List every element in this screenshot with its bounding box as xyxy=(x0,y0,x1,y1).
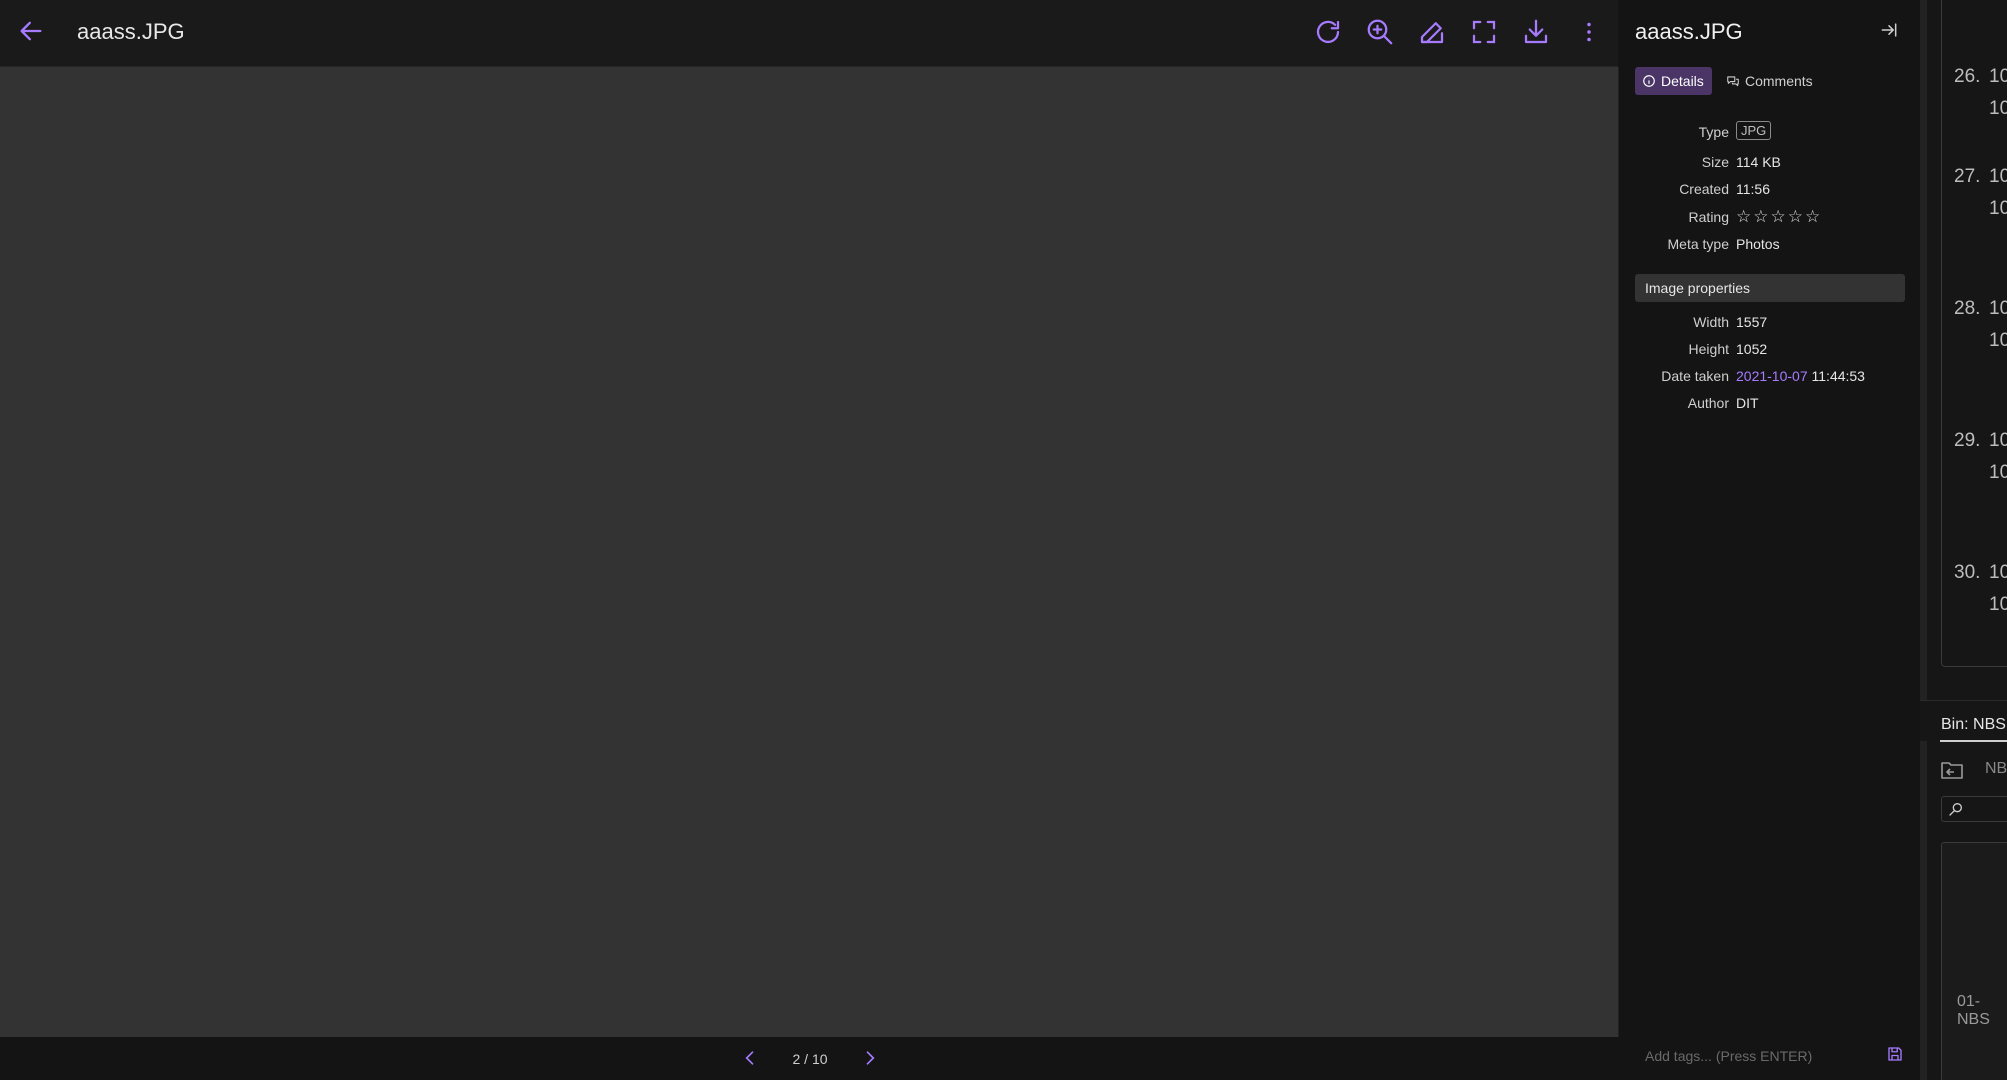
back-button[interactable] xyxy=(17,17,45,45)
prop-meta-type: Meta type Photos xyxy=(1667,236,1780,252)
row-value: 10 xyxy=(1989,562,2007,583)
search-icon xyxy=(1949,803,1962,816)
prop-width: Width 1557 xyxy=(1693,314,1768,330)
row-value: 10 xyxy=(1989,166,2007,187)
comments-icon xyxy=(1727,76,1739,87)
bin-underline xyxy=(1940,740,2007,742)
prop-created: Created 11:56 xyxy=(1679,181,1770,197)
background-list: 26. 10 10 27. 10 10 28. 10 10 29. 10 10 30. 10 10 xyxy=(1941,0,2007,667)
tab-details-label: Details xyxy=(1661,73,1704,89)
page-counter: 2 / 10 xyxy=(792,1051,828,1067)
chevron-right-icon[interactable] xyxy=(860,1048,880,1068)
arrow-left-icon xyxy=(20,21,42,41)
bin-label[interactable]: Bin: NBS xyxy=(1941,716,2006,734)
viewer-header: aaass.JPG xyxy=(0,0,1618,67)
row-number: 27. xyxy=(1954,166,1981,187)
fullscreen-icon xyxy=(1472,20,1496,44)
bin-thumbnail[interactable] xyxy=(1941,842,2007,1080)
zoom-in-icon xyxy=(1367,19,1393,45)
download-button[interactable] xyxy=(1521,17,1551,47)
image-canvas[interactable] xyxy=(0,67,1618,1037)
fullscreen-button[interactable] xyxy=(1469,17,1499,47)
info-icon xyxy=(1643,75,1655,87)
rotate-icon xyxy=(1316,20,1340,44)
row-number: 28. xyxy=(1954,298,1981,319)
type-badge: JPG xyxy=(1736,121,1772,140)
row-value: 10 xyxy=(1989,430,2007,451)
folder-back-icon[interactable] xyxy=(1940,760,1964,780)
row-value: 10 xyxy=(1989,462,2007,483)
rotate-button[interactable] xyxy=(1313,17,1343,47)
row-value: 10 xyxy=(1989,594,2007,615)
save-icon[interactable] xyxy=(1886,1045,1904,1063)
star-icon[interactable]: ☆ xyxy=(1771,208,1786,225)
prop-type: Type JPG xyxy=(1635,121,1915,146)
star-icon[interactable]: ☆ xyxy=(1753,208,1768,225)
row-number: 30. xyxy=(1954,562,1981,583)
download-icon xyxy=(1524,19,1548,44)
prop-author: Author DIT xyxy=(1687,395,1759,411)
tab-details[interactable]: Details xyxy=(1635,67,1712,95)
time-value: 11:44:53 xyxy=(1811,368,1865,384)
background-app: 26. 10 10 27. 10 10 28. 10 10 29. 10 10 30. 10 10 Bin:… xyxy=(1920,0,2007,1080)
tags-input[interactable] xyxy=(1643,1045,1867,1067)
image-properties-header[interactable]: Image properties xyxy=(1635,274,1905,302)
prop-rating: Rating ☆ ☆ ☆ ☆ ☆ xyxy=(1688,207,1821,226)
row-value: 10 xyxy=(1989,66,2007,87)
edit-button[interactable] xyxy=(1417,17,1447,47)
row-value: 10 xyxy=(1989,198,2007,219)
star-icon[interactable]: ☆ xyxy=(1736,208,1751,225)
row-number: 26. xyxy=(1954,66,1981,87)
row-number: 29. xyxy=(1954,430,1981,451)
date-link[interactable]: 2021-10-07 xyxy=(1736,368,1808,384)
tab-comments[interactable]: Comments xyxy=(1719,67,1821,95)
bin-thumbnail-label: 01-NBS xyxy=(1957,993,1990,1028)
chevron-left-icon[interactable] xyxy=(740,1048,760,1068)
tab-comments-label: Comments xyxy=(1745,73,1813,89)
viewer-title: aaass.JPG xyxy=(77,19,185,44)
collapse-panel-icon[interactable] xyxy=(1879,20,1899,40)
row-value: 10 xyxy=(1989,330,2007,351)
window-edge xyxy=(1920,0,1927,1080)
details-panel: aaass.JPG Details Comments Type JPG Size… xyxy=(1619,0,1920,1080)
zoom-button[interactable] xyxy=(1365,17,1395,47)
more-vertical-icon xyxy=(1587,22,1591,42)
edit-icon xyxy=(1420,22,1444,44)
star-icon[interactable]: ☆ xyxy=(1805,208,1820,225)
pager: 2 / 10 xyxy=(0,1038,1618,1080)
panel-title: aaass.JPG xyxy=(1635,19,1743,44)
row-value: 10 xyxy=(1989,98,2007,119)
prop-date-taken: Date taken 2021-10-07 11:44:53 xyxy=(1661,368,1865,384)
bin-search[interactable] xyxy=(1941,796,2007,822)
bin-folder-name: NB xyxy=(1985,760,2007,777)
prop-height: Height 1052 xyxy=(1688,341,1768,357)
rating-stars[interactable]: ☆ ☆ ☆ ☆ ☆ xyxy=(1736,208,1820,225)
row-value: 10 xyxy=(1989,298,2007,319)
prop-size: Size 114 KB xyxy=(1701,154,1781,170)
star-icon[interactable]: ☆ xyxy=(1788,208,1803,225)
more-button[interactable] xyxy=(1574,17,1604,47)
